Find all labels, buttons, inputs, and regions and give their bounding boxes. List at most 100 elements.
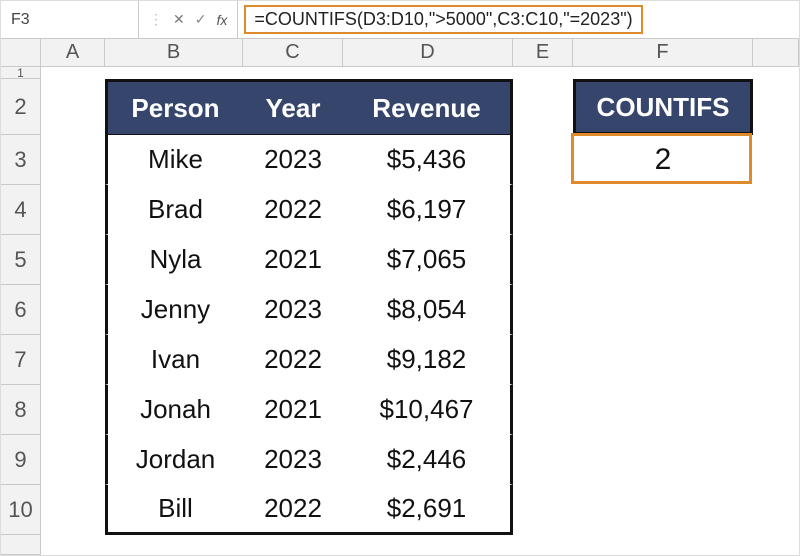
col-head-F[interactable]: F (573, 39, 753, 67)
cell-G6 (753, 285, 799, 335)
cell-D9[interactable]: $2,446 (343, 435, 513, 485)
cell-C6[interactable]: 2023 (243, 285, 343, 335)
col-head-C[interactable]: C (243, 39, 343, 67)
row-head-4[interactable]: 4 (1, 185, 41, 235)
cell-D7[interactable]: $9,182 (343, 335, 513, 385)
row-head-1[interactable]: 1 (1, 67, 41, 79)
cell-G8 (753, 385, 799, 435)
formula-input[interactable]: =COUNTIFS(D3:D10,">5000",C3:C10,"=2023") (244, 5, 642, 34)
cell-E7[interactable] (513, 335, 573, 385)
spreadsheet-grid[interactable]: A B C D E F 1 2 Person Year Revenue COUN… (1, 39, 799, 555)
cell-G1 (753, 67, 799, 79)
cell-G4 (753, 185, 799, 235)
fx-icon[interactable]: fx (216, 12, 227, 28)
cell-A2[interactable] (41, 79, 105, 135)
cell-E3[interactable] (513, 135, 573, 185)
col-head-B[interactable]: B (105, 39, 243, 67)
cell-F5[interactable] (573, 235, 753, 285)
cancel-icon[interactable]: ✕ (173, 11, 185, 28)
cell-B6[interactable]: Jenny (105, 285, 243, 335)
cell-blank (105, 535, 243, 555)
cell-D8[interactable]: $10,467 (343, 385, 513, 435)
col-head-overflow (753, 39, 799, 67)
cell-F9[interactable] (573, 435, 753, 485)
cell-C1[interactable] (243, 67, 343, 79)
cell-E1[interactable] (513, 67, 573, 79)
cell-E8[interactable] (513, 385, 573, 435)
cell-F4[interactable] (573, 185, 753, 235)
cell-B5[interactable]: Nyla (105, 235, 243, 285)
cell-blank (343, 535, 513, 555)
cell-A3[interactable] (41, 135, 105, 185)
separator-icon: ⋮ (149, 11, 163, 28)
row-head-5[interactable]: 5 (1, 235, 41, 285)
cell-F10[interactable] (573, 485, 753, 535)
cell-B10[interactable]: Bill (105, 485, 243, 535)
cell-F7[interactable] (573, 335, 753, 385)
col-head-A[interactable]: A (41, 39, 105, 67)
cell-D6[interactable]: $8,054 (343, 285, 513, 335)
cell-A5[interactable] (41, 235, 105, 285)
cell-B9[interactable]: Jordan (105, 435, 243, 485)
cell-C4[interactable]: 2022 (243, 185, 343, 235)
cell-blank (513, 535, 573, 555)
cell-C8[interactable]: 2021 (243, 385, 343, 435)
cell-F3-countifs-result[interactable]: 2 (573, 135, 753, 185)
cell-D1[interactable] (343, 67, 513, 79)
cell-D4[interactable]: $6,197 (343, 185, 513, 235)
cell-A1[interactable] (41, 67, 105, 79)
cell-A4[interactable] (41, 185, 105, 235)
formula-bar-controls: ⋮ ✕ ✓ fx (139, 1, 238, 38)
cell-C10[interactable]: 2022 (243, 485, 343, 535)
col-head-D[interactable]: D (343, 39, 513, 67)
confirm-icon[interactable]: ✓ (195, 11, 207, 28)
cell-F8[interactable] (573, 385, 753, 435)
cell-E10[interactable] (513, 485, 573, 535)
cell-A8[interactable] (41, 385, 105, 435)
cell-E2[interactable] (513, 79, 573, 135)
table-header-person[interactable]: Person (105, 79, 243, 135)
col-head-E[interactable]: E (513, 39, 573, 67)
row-head-7[interactable]: 7 (1, 335, 41, 385)
cell-E4[interactable] (513, 185, 573, 235)
name-box-wrap: ⌄ (1, 1, 139, 38)
cell-G2 (753, 79, 799, 135)
cell-G3 (753, 135, 799, 185)
cell-blank (573, 535, 753, 555)
table-header-revenue[interactable]: Revenue (343, 79, 513, 135)
cell-blank (753, 535, 799, 555)
cell-D10[interactable]: $2,691 (343, 485, 513, 535)
cell-F1[interactable] (573, 67, 753, 79)
cell-B4[interactable]: Brad (105, 185, 243, 235)
cell-F6[interactable] (573, 285, 753, 335)
cell-A7[interactable] (41, 335, 105, 385)
cell-B8[interactable]: Jonah (105, 385, 243, 435)
row-head-9[interactable]: 9 (1, 435, 41, 485)
cell-E6[interactable] (513, 285, 573, 335)
select-all-corner[interactable] (1, 39, 41, 67)
cell-C5[interactable]: 2021 (243, 235, 343, 285)
cell-A6[interactable] (41, 285, 105, 335)
row-head-10[interactable]: 10 (1, 485, 41, 535)
cell-E5[interactable] (513, 235, 573, 285)
cell-B7[interactable]: Ivan (105, 335, 243, 385)
countifs-header[interactable]: COUNTIFS (573, 79, 753, 135)
cell-C7[interactable]: 2022 (243, 335, 343, 385)
cell-B1[interactable] (105, 67, 243, 79)
row-head-blank (1, 535, 41, 555)
cell-blank (243, 535, 343, 555)
row-head-8[interactable]: 8 (1, 385, 41, 435)
cell-C3[interactable]: 2023 (243, 135, 343, 185)
cell-D3[interactable]: $5,436 (343, 135, 513, 185)
cell-D5[interactable]: $7,065 (343, 235, 513, 285)
cell-C9[interactable]: 2023 (243, 435, 343, 485)
row-head-2[interactable]: 2 (1, 79, 41, 135)
row-head-3[interactable]: 3 (1, 135, 41, 185)
table-header-year[interactable]: Year (243, 79, 343, 135)
cell-A9[interactable] (41, 435, 105, 485)
cell-blank (41, 535, 105, 555)
cell-A10[interactable] (41, 485, 105, 535)
row-head-6[interactable]: 6 (1, 285, 41, 335)
cell-B3[interactable]: Mike (105, 135, 243, 185)
cell-E9[interactable] (513, 435, 573, 485)
